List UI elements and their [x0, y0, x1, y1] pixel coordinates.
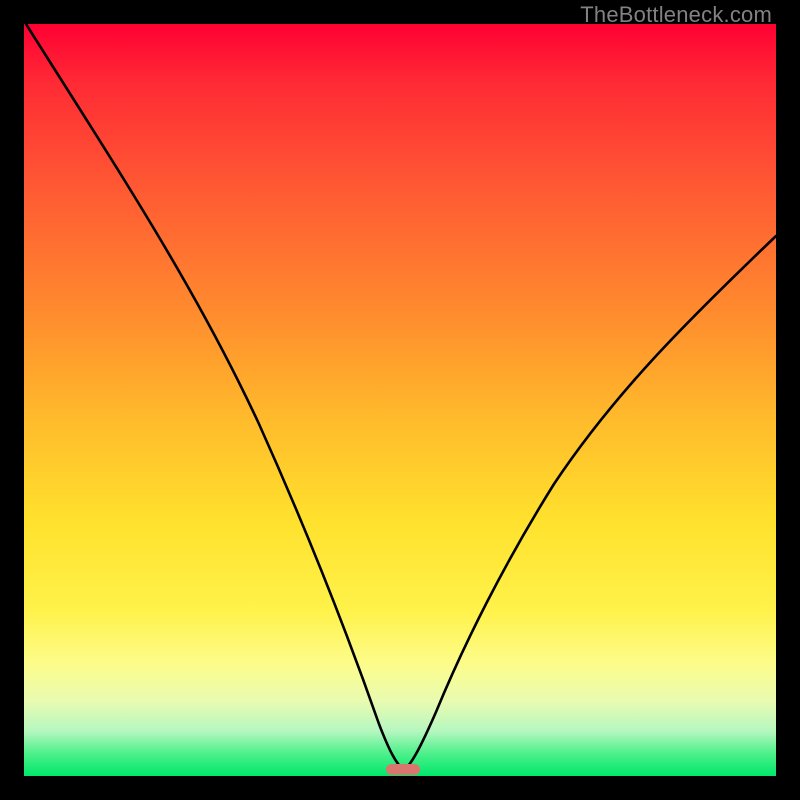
watermark-text: TheBottleneck.com [580, 2, 772, 28]
trough-marker [386, 764, 420, 775]
bottleneck-curve [26, 24, 776, 770]
plot-area [24, 24, 776, 776]
chart-frame: TheBottleneck.com [0, 0, 800, 800]
curve-layer [24, 24, 776, 776]
